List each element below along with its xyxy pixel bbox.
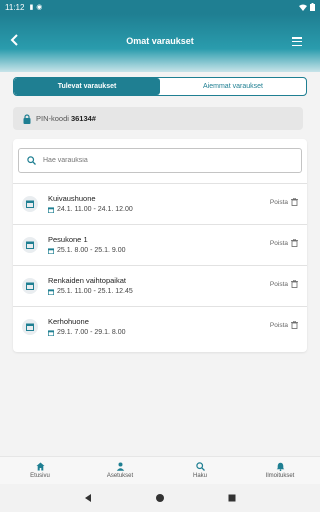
reservation-time: 25.1. 8.00 - 25.1. 9.00 (48, 247, 126, 254)
search-input[interactable] (43, 157, 283, 164)
delete-label: Poista (269, 198, 288, 206)
calendar-small-icon (48, 247, 54, 254)
reservation-time: 24.1. 11.00 - 24.1. 12.00 (48, 206, 133, 213)
reservation-item[interactable]: Kuivaushuone 24.1. 11.00 - 24.1. 12.00 P… (13, 183, 307, 224)
nav-item-notifications[interactable]: Ilmoitukset (240, 457, 320, 484)
search-box[interactable] (18, 148, 302, 173)
pin-label: PIN-koodi (36, 114, 69, 123)
trash-icon (291, 198, 298, 206)
delete-label: Poista (269, 239, 288, 247)
trash-icon (291, 280, 298, 288)
reservation-tabs: Tulevat varaukset Aiemmat varaukset (13, 77, 307, 96)
system-recents-icon[interactable] (227, 493, 237, 503)
delete-label: Poista (269, 280, 288, 288)
bottom-navigation: Etusivu Asetukset Haku Ilmoitukset (0, 456, 320, 484)
nav-label: Asetukset (106, 473, 134, 479)
reservation-time: 25.1. 11.00 - 25.1. 12.45 (48, 288, 133, 295)
person-icon (116, 462, 124, 471)
calendar-icon-badge (22, 237, 38, 253)
nav-item-search[interactable]: Haku (160, 457, 240, 484)
trash-icon (291, 239, 298, 247)
nav-label: Ilmoitukset (265, 473, 295, 479)
reservation-time: 29.1. 7.00 - 29.1. 8.00 (48, 329, 126, 336)
delete-button[interactable]: Poista (270, 321, 298, 329)
notification-icon: ▮ (29, 4, 34, 11)
calendar-small-icon (48, 288, 54, 295)
reservation-time-text: 25.1. 8.00 - 25.1. 9.00 (57, 247, 126, 254)
calendar-icon (26, 241, 34, 249)
sync-icon: ◉ (36, 4, 43, 11)
reservation-time-text: 29.1. 7.00 - 29.1. 8.00 (57, 329, 126, 336)
menu-icon-line (292, 40, 302, 43)
calendar-small-icon (48, 329, 54, 336)
calendar-icon (26, 282, 34, 290)
page-title: Omat varaukset (126, 36, 194, 46)
nav-item-home[interactable]: Etusivu (0, 457, 80, 484)
calendar-icon-badge (22, 278, 38, 294)
search-icon (195, 462, 205, 471)
reservation-name: Pesukone 1 (48, 235, 88, 244)
calendar-small-icon (48, 206, 54, 213)
wifi-icon (299, 4, 307, 11)
search-icon (27, 156, 36, 165)
nav-item-settings[interactable]: Asetukset (80, 457, 160, 484)
reservation-name: Renkaiden vaihtopaikat (48, 276, 126, 285)
nav-label: Etusivu (30, 473, 50, 479)
tab-past[interactable]: Aiemmat varaukset (160, 78, 306, 95)
system-back-icon[interactable] (83, 493, 93, 503)
reservation-name: Kuivaushuone (48, 194, 96, 203)
calendar-icon (26, 200, 34, 208)
app-bar: Omat varaukset (0, 14, 320, 72)
delete-button[interactable]: Poista (270, 198, 298, 206)
reservations-card: Kuivaushuone 24.1. 11.00 - 24.1. 12.00 P… (13, 139, 307, 352)
status-time: 11:12 (5, 2, 25, 12)
lock-icon (23, 113, 31, 124)
status-bar: 11:12 ▮ ◉ (0, 0, 320, 14)
reservation-item[interactable]: Pesukone 1 25.1. 8.00 - 25.1. 9.00 Poist… (13, 224, 307, 265)
reservation-item[interactable]: Renkaiden vaihtopaikat 25.1. 11.00 - 25.… (13, 265, 307, 306)
reservation-time-text: 24.1. 11.00 - 24.1. 12.00 (57, 206, 133, 213)
reservation-time-text: 25.1. 11.00 - 25.1. 12.45 (57, 288, 133, 295)
nav-label: Haku (192, 473, 207, 479)
system-home-icon[interactable] (155, 493, 165, 503)
calendar-icon (26, 323, 34, 331)
menu-button[interactable] (292, 37, 302, 46)
trash-icon (291, 321, 298, 329)
battery-icon (310, 3, 315, 11)
pin-value: 36134# (70, 114, 96, 123)
delete-label: Poista (269, 321, 288, 329)
reservation-list: Kuivaushuone 24.1. 11.00 - 24.1. 12.00 P… (13, 183, 307, 347)
menu-icon-line (292, 37, 302, 39)
menu-icon-line (292, 44, 302, 46)
system-navigation-bar (0, 484, 320, 512)
reservation-name: Kerhohuone (48, 317, 89, 326)
reservation-item[interactable]: Kerhohuone 29.1. 7.00 - 29.1. 8.00 Poist… (13, 306, 307, 347)
pin-code-box: PIN-koodi 36134# (13, 107, 303, 130)
tab-upcoming[interactable]: Tulevat varaukset (14, 78, 160, 95)
home-icon (36, 462, 44, 471)
delete-button[interactable]: Poista (270, 239, 298, 247)
calendar-icon-badge (22, 196, 38, 212)
bell-icon (276, 462, 284, 471)
delete-button[interactable]: Poista (270, 280, 298, 288)
calendar-icon-badge (22, 319, 38, 335)
